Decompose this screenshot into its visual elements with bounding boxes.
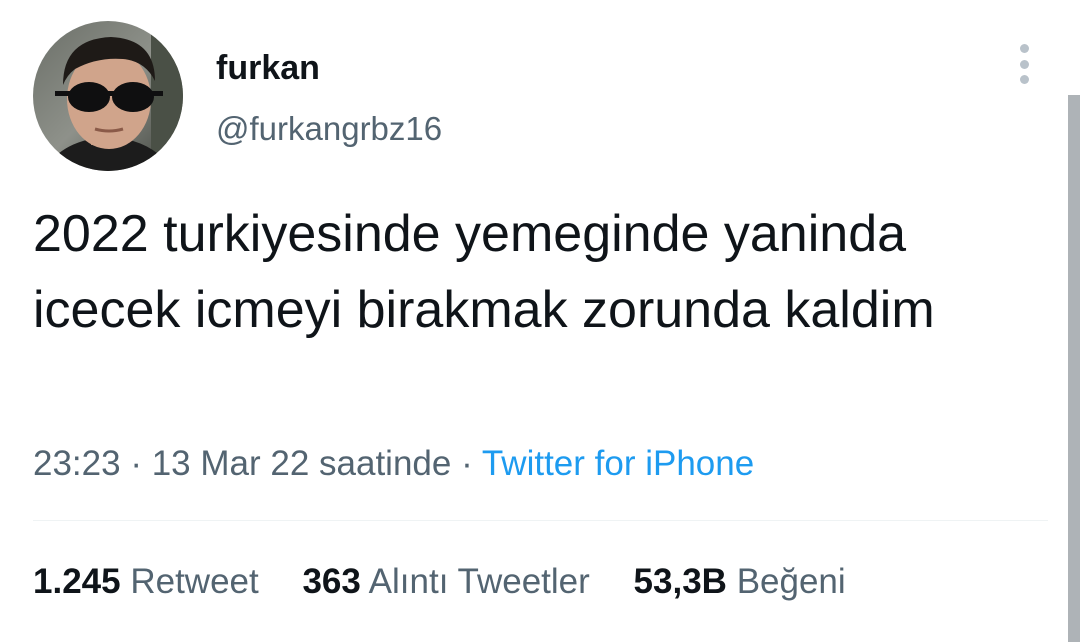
more-dot	[1019, 59, 1029, 69]
tweet-source-link[interactable]: Twitter for iPhone	[482, 444, 754, 483]
retweet-label: Retweet	[130, 562, 259, 601]
quote-tweets-stat[interactable]: 363 Alıntı Tweetler	[302, 560, 589, 604]
more-dot	[1019, 75, 1029, 84]
more-dot	[1019, 44, 1029, 53]
tweet-time[interactable]: 23:23	[33, 444, 121, 483]
quote-tweets-count: 363	[302, 562, 361, 601]
tweet-date[interactable]: 13 Mar 22 saatinde	[152, 444, 452, 483]
quote-tweets-label: Alıntı Tweetler	[368, 562, 590, 601]
meta-separator: ·	[130, 444, 142, 483]
avatar[interactable]	[33, 21, 183, 171]
divider	[33, 520, 1048, 521]
retweet-count: 1.245	[33, 562, 121, 601]
meta-separator: ·	[461, 444, 473, 483]
author-display-name[interactable]: furkan	[216, 46, 320, 90]
tweet-text: 2022 turkiyesinde yemeginde yaninda icec…	[33, 205, 935, 339]
more-options-icon[interactable]	[1012, 44, 1036, 84]
author-handle[interactable]: @furkangrbz16	[216, 107, 442, 151]
likes-stat[interactable]: 53,3B Beğeni	[634, 560, 846, 604]
tweet-card: furkan @furkangrbz16 2022 turkiyesinde y…	[0, 0, 1080, 642]
likes-label: Beğeni	[736, 562, 846, 601]
user-avatar-icon	[33, 21, 183, 171]
scrollbar[interactable]	[1068, 95, 1080, 642]
retweet-stat[interactable]: 1.245 Retweet	[33, 560, 259, 604]
tweet-stats: 1.245 Retweet 363 Alıntı Tweetler 53,3B …	[33, 560, 846, 604]
likes-count: 53,3B	[633, 562, 727, 601]
tweet-meta: 23:23 · 13 Mar 22 saatinde · Twitter for…	[33, 442, 754, 486]
